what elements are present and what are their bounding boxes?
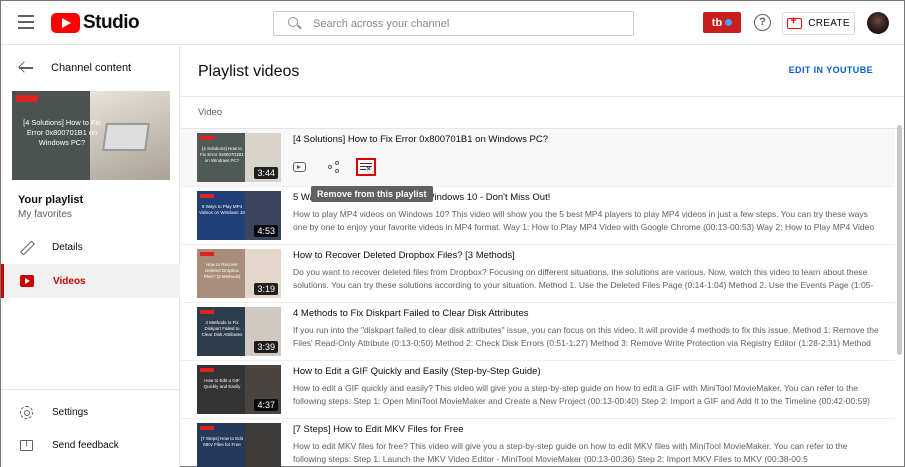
feedback-icon: ! [20, 439, 33, 451]
sidebar-item-settings[interactable]: Settings [1, 395, 180, 429]
search-box[interactable] [273, 11, 634, 36]
video-thumbnail[interactable]: [4 Solutions] How to Fix Error 0x800701B… [197, 133, 281, 182]
sidebar-item-label: Videos [53, 275, 86, 287]
video-row[interactable]: [7 Steps] How to Edit MKV Files for Free… [181, 419, 895, 467]
extension-label: tb [711, 16, 723, 29]
playlist-thumbnail[interactable]: [4 Solutions] How to Fix Error 0x800701B… [12, 91, 170, 180]
thumbnail-photo [245, 423, 281, 467]
video-duration: 3:39 [254, 341, 278, 353]
thumbnail-text: [4 Solutions] How to Fix Error 0x800701B… [200, 146, 244, 163]
video-title[interactable]: How to Recover Deleted Dropbox Files? [3… [293, 250, 515, 261]
search-input[interactable] [313, 17, 633, 30]
arrow-back-icon [19, 62, 33, 74]
video-duration: 3:44 [254, 167, 278, 179]
page-title: Playlist videos [198, 63, 300, 80]
extension-button[interactable]: tb [703, 12, 741, 33]
video-title[interactable]: [4 Solutions] How to Fix Error 0x800701B… [293, 134, 548, 145]
edit-in-youtube-link[interactable]: EDIT IN YOUTUBE [789, 65, 873, 75]
thumbnail-text: 4 Methods to Fix Diskpart Failed to Clea… [201, 320, 243, 337]
sidebar-item-label: Send feedback [52, 439, 119, 451]
video-row[interactable]: How to Edit a GIF Quickly and Easily 4:37… [181, 361, 895, 419]
playlist-title: Your playlist [18, 194, 84, 206]
youtube-studio-logo[interactable]: Studio [51, 12, 140, 34]
back-to-channel-content[interactable]: Channel content [1, 46, 180, 90]
hamburger-menu-icon[interactable] [18, 15, 34, 29]
video-description: If you run into the "diskpart failed to … [293, 325, 879, 348]
account-avatar[interactable] [867, 12, 889, 34]
video-thumbnail[interactable]: 4 Methods to Fix Diskpart Failed to Clea… [197, 307, 281, 356]
video-row[interactable]: 4 Methods to Fix Diskpart Failed to Clea… [181, 303, 895, 361]
share-icon[interactable] [328, 161, 340, 173]
sidebar: Channel content [4 Solutions] How to Fix… [1, 46, 180, 467]
video-thumbnail[interactable]: How to Recover Deleted Dropbox Files? [3… [197, 249, 281, 298]
sidebar-item-label: Settings [52, 406, 89, 418]
thumbnail-text: [7 Steps] How to Edit MKV Files for Free [200, 436, 244, 447]
gear-icon [20, 405, 33, 419]
minitool-logo-badge [200, 368, 214, 372]
video-thumbnail[interactable]: 5 Ways to Play MP4 Videos on Windows 10 4… [197, 191, 281, 240]
video-icon [20, 275, 34, 287]
video-title[interactable]: 4 Methods to Fix Diskpart Failed to Clea… [293, 308, 528, 319]
laptop-image [102, 123, 150, 151]
video-description: How to edit a GIF quickly and easily? Th… [293, 383, 870, 406]
playlist-thumbnail-text: [4 Solutions] How to Fix Error 0x800701B… [23, 118, 101, 147]
video-description: How to edit MKV files for free? This vid… [293, 441, 848, 464]
video-duration: 4:37 [254, 399, 278, 411]
minitool-logo-badge [200, 252, 214, 256]
column-header-video: Video [198, 107, 223, 118]
remove-from-playlist-button[interactable]: × [356, 158, 376, 176]
minitool-logo-badge [200, 194, 214, 198]
youtube-play-icon [51, 13, 80, 33]
search-icon [288, 17, 301, 30]
create-video-icon [787, 15, 803, 29]
video-row[interactable]: How to Recover Deleted Dropbox Files? [3… [181, 245, 895, 303]
minitool-logo-badge [200, 310, 214, 314]
scrollbar[interactable] [896, 97, 903, 467]
minitool-logo-badge [200, 136, 214, 140]
remove-tooltip: Remove from this playlist [311, 186, 433, 202]
notification-dot-icon [725, 19, 733, 26]
video-thumbnail[interactable]: [7 Steps] How to Edit MKV Files for Free [197, 423, 281, 467]
video-thumbnail[interactable]: How to Edit a GIF Quickly and Easily 4:37 [197, 365, 281, 414]
sidebar-divider [1, 389, 180, 390]
playlist-subtitle: My favorites [18, 209, 72, 220]
video-row[interactable]: 5 Ways to Play MP4 Videos on Windows 10 4… [181, 187, 895, 245]
logo-text: Studio [83, 12, 140, 33]
video-duration: 4:53 [254, 225, 278, 237]
thumbnail-text: 5 Ways to Play MP4 Videos on Windows 10 [199, 204, 245, 215]
sidebar-item-videos[interactable]: Videos [1, 264, 180, 298]
help-icon[interactable]: ? [754, 14, 771, 31]
divider [181, 96, 904, 97]
create-label: CREATE [808, 18, 850, 29]
video-title[interactable]: [7 Steps] How to Edit MKV Files for Free [293, 424, 464, 435]
pencil-icon [20, 241, 33, 254]
sidebar-item-send-feedback[interactable]: ! Send feedback [1, 428, 180, 462]
main-content: Playlist videos EDIT IN YOUTUBE Video [4… [181, 46, 904, 467]
sidebar-item-details[interactable]: Details [1, 230, 180, 264]
video-title[interactable]: How to Edit a GIF Quickly and Easily (St… [293, 366, 541, 377]
video-duration: 3:19 [254, 283, 278, 295]
back-label: Channel content [51, 62, 132, 74]
video-row[interactable]: [4 Solutions] How to Fix Error 0x800701B… [181, 129, 895, 187]
video-action-bar: × [293, 156, 376, 178]
create-button[interactable]: CREATE [782, 12, 855, 35]
video-description: Do you want to recover deleted files fro… [293, 267, 874, 290]
minitool-logo-badge [200, 426, 214, 430]
minitool-logo-badge [16, 95, 38, 102]
top-bar: Studio tb ? CREATE [1, 1, 904, 45]
video-description: How to play MP4 videos on Windows 10? Th… [293, 209, 875, 232]
sidebar-item-label: Details [52, 241, 83, 253]
scrollbar-thumb[interactable] [897, 125, 902, 355]
thumbnail-text: How to Recover Deleted Dropbox Files? [3… [203, 262, 241, 279]
playlist-remove-icon: × [359, 162, 373, 173]
youtube-watch-icon[interactable] [293, 162, 306, 172]
thumbnail-text: How to Edit a GIF Quickly and Easily [203, 378, 241, 389]
